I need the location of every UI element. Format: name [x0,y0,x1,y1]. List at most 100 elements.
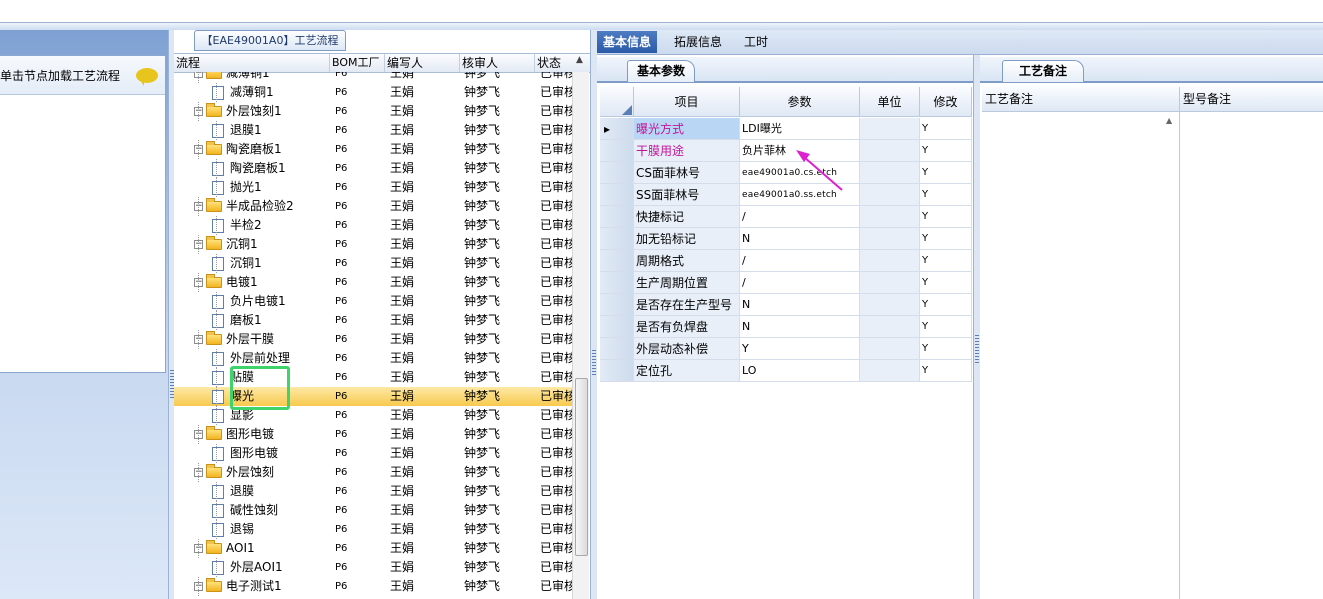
cell-modify[interactable]: Y [920,228,972,250]
row-indicator[interactable] [600,228,634,250]
tree-step-row[interactable]: 陶瓷磨板1 P6 王娟 钟梦飞 已审核 [174,159,572,178]
params-row[interactable]: 干膜用途 负片菲林 Y [600,140,972,162]
cell-param[interactable]: N [740,228,860,250]
row-indicator[interactable] [600,140,634,162]
col-header-model-remark[interactable]: 型号备注 [1180,87,1323,111]
tree-node[interactable]: 外层AOI1 [212,558,283,577]
cell-modify[interactable]: Y [920,140,972,162]
grid-header-unit[interactable]: 单位 [860,87,920,117]
tree-step-row[interactable]: 退膜 P6 王娟 钟梦飞 已审核 [174,482,572,501]
row-indicator[interactable] [600,206,634,228]
tree-node[interactable]: 退膜 [212,482,254,501]
cell-unit[interactable] [860,118,920,140]
tree-node[interactable]: 抛光1 [212,178,262,197]
tree-node[interactable]: − 图形电镀 [194,425,274,444]
cell-unit[interactable] [860,272,920,294]
col-header-bom[interactable]: BOM工厂 [330,54,385,72]
tree-folder-row[interactable]: − 陶瓷磨板1 P6 王娟 钟梦飞 已审核 [174,140,572,159]
tree-folder-row[interactable]: − 沉铜1 P6 王娟 钟梦飞 已审核 [174,235,572,254]
cell-modify[interactable]: Y [920,162,972,184]
tree-step-row[interactable]: 负片电镀1 P6 王娟 钟梦飞 已审核 [174,292,572,311]
cell-param[interactable]: LDI曝光 [740,118,860,140]
tree-node[interactable]: − 电镀1 [194,273,258,292]
col-header-process-remark[interactable]: 工艺备注 [982,87,1180,111]
cell-unit[interactable] [860,360,920,382]
cell-unit[interactable] [860,184,920,206]
params-row[interactable]: 是否存在生产型号 N Y [600,294,972,316]
tree-step-row[interactable]: 退膜1 P6 王娟 钟梦飞 已审核 [174,121,572,140]
params-row[interactable]: 加无铅标记 N Y [600,228,972,250]
cell-modify[interactable]: Y [920,184,972,206]
tree-node[interactable]: − 外层蚀刻1 [194,102,282,121]
tree-folder-row[interactable]: − 外层蚀刻 P6 王娟 钟梦飞 已审核 [174,463,572,482]
cell-unit[interactable] [860,228,920,250]
tree-node[interactable]: − 外层蚀刻 [194,463,274,482]
tree-node[interactable]: 碱性蚀刻 [212,501,278,520]
tree-node[interactable]: − 陶瓷磨板1 [194,140,282,159]
tree-node[interactable]: − 减薄铜1 [194,72,270,83]
scrollbar-thumb[interactable] [575,378,588,556]
tree-folder-row[interactable]: − 电子测试1 P6 王娟 钟梦飞 已审核 [174,577,572,596]
tree-node[interactable]: − 电子测试1 [194,577,282,596]
row-indicator[interactable] [600,360,634,382]
cell-param[interactable]: LO [740,360,860,382]
tab-extended-info[interactable]: 拓展信息 [668,31,728,53]
col-header-reviewer[interactable]: 核审人 [460,54,535,72]
cell-param[interactable]: N [740,316,860,338]
tree-vertical-scrollbar[interactable] [572,72,589,599]
cell-param[interactable]: N [740,294,860,316]
cell-modify[interactable]: Y [920,206,972,228]
cell-modify[interactable]: Y [920,294,972,316]
row-indicator[interactable] [600,272,634,294]
tree-step-row[interactable]: 碱性蚀刻 P6 王娟 钟梦飞 已审核 [174,501,572,520]
tree-folder-row[interactable]: − 半成品检验2 P6 王娟 钟梦飞 已审核 [174,197,572,216]
model-remark-textarea[interactable] [1180,112,1323,599]
params-row[interactable]: 外层动态补偿 Y Y [600,338,972,360]
cell-param[interactable]: / [740,250,860,272]
row-indicator[interactable] [600,184,634,206]
cell-param[interactable]: Y [740,338,860,360]
tree-step-row[interactable]: 减薄铜1 P6 王娟 钟梦飞 已审核 [174,83,572,102]
tree-node[interactable]: 陶瓷磨板1 [212,159,286,178]
row-indicator[interactable] [600,338,634,360]
process-remark-textarea[interactable] [982,112,1180,599]
tree-node[interactable]: 图形电镀 [212,444,278,463]
scroll-up-arrow-icon[interactable]: ▲ [576,55,583,65]
cell-modify[interactable]: Y [920,118,972,140]
tab-basic-info[interactable]: 基本信息 [597,31,658,53]
params-row[interactable]: ▸ 曝光方式 LDI曝光 Y [600,118,972,140]
tree-node[interactable]: 退锡 [212,520,254,539]
tree-node[interactable]: 半检2 [212,216,262,235]
process-flow-tab[interactable]: 【EAE49001A0】工艺流程 [194,30,346,51]
cell-modify[interactable]: Y [920,316,972,338]
tree-node[interactable]: 磨板1 [212,311,262,330]
tree-folder-row[interactable]: − 图形电镀 P6 王娟 钟梦飞 已审核 [174,425,572,444]
tree-folder-row[interactable]: − 减薄铜1 P6 王娟 钟梦飞 已审核 [174,72,572,83]
tree-step-row[interactable]: 图形电镀 P6 王娟 钟梦飞 已审核 [174,444,572,463]
cell-modify[interactable]: Y [920,250,972,272]
cell-unit[interactable] [860,250,920,272]
cell-modify[interactable]: Y [920,360,972,382]
params-row[interactable]: CS面菲林号 eae49001a0.cs.etch Y [600,162,972,184]
col-header-writer[interactable]: 编写人 [385,54,460,72]
tree-folder-row[interactable]: − 外层干膜 P6 王娟 钟梦飞 已审核 [174,330,572,349]
tab-process-remarks[interactable]: 工艺备注 [1002,60,1084,82]
cell-unit[interactable] [860,162,920,184]
cell-modify[interactable]: Y [920,338,972,360]
grid-header-param[interactable]: 参数 [740,87,860,117]
remark-scroll-up-icon[interactable]: ▲ [1166,116,1172,125]
row-indicator[interactable] [600,162,634,184]
tree-node[interactable]: 负片电镀1 [212,292,286,311]
tree-step-row[interactable]: 外层AOI1 P6 王娟 钟梦飞 已审核 [174,558,572,577]
grid-header-modify[interactable]: 修改 [920,87,972,117]
cell-param[interactable]: / [740,272,860,294]
col-header-flow[interactable]: 流程 [174,54,330,72]
grid-header-item[interactable]: 项目 [634,87,740,117]
tree-node[interactable]: − 外层干膜 [194,330,274,349]
cell-unit[interactable] [860,294,920,316]
tree-step-row[interactable]: 半检2 P6 王娟 钟梦飞 已审核 [174,216,572,235]
cell-unit[interactable] [860,206,920,228]
tree-node[interactable]: 退膜1 [212,121,262,140]
row-indicator[interactable] [600,294,634,316]
params-row[interactable]: 是否有负焊盘 N Y [600,316,972,338]
